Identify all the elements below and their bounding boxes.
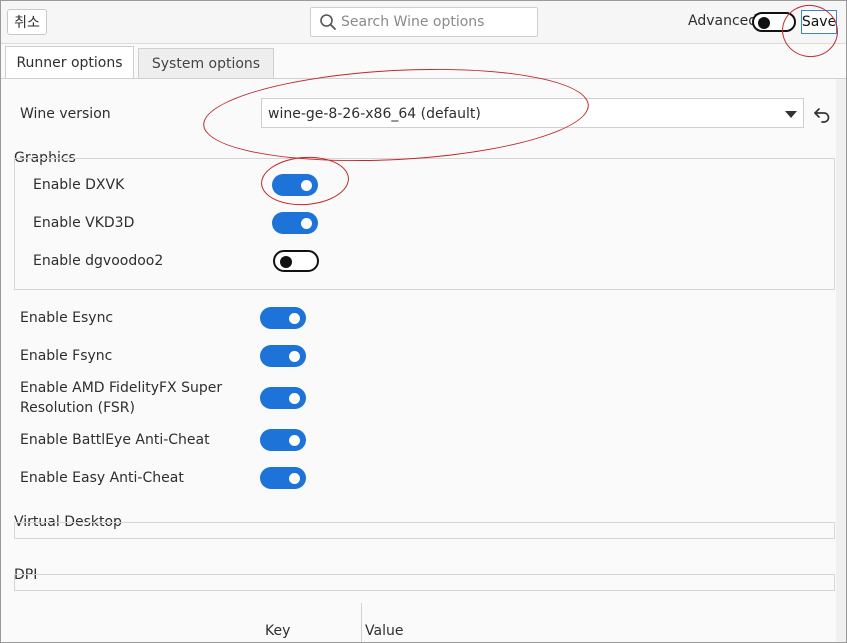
advanced-label: Advanced <box>688 13 758 29</box>
toggle-knob <box>289 473 300 484</box>
toggle-knob <box>289 435 300 446</box>
advanced-toggle[interactable] <box>752 12 796 32</box>
virtual-desktop-group <box>14 522 835 539</box>
chevron-down-icon <box>785 111 797 118</box>
option-label-vkd3d: Enable VKD3D <box>33 215 135 231</box>
option-label-esync: Enable Esync <box>20 310 114 326</box>
tab-runner-options[interactable]: Runner options <box>5 46 134 78</box>
column-divider <box>361 603 362 642</box>
search-input[interactable]: Search Wine options <box>310 7 538 37</box>
option-label-fsr-line2: Resolution (FSR) <box>20 400 135 416</box>
toggle-eac[interactable] <box>260 467 306 489</box>
search-icon <box>320 14 336 30</box>
toggle-esync[interactable] <box>260 307 306 329</box>
option-label-dxvk: Enable DXVK <box>33 177 125 193</box>
options-dialog: 취소 Search Wine options Advanced Save Run… <box>0 0 847 643</box>
option-label-fsr-line1: Enable AMD FidelityFX Super <box>20 380 223 396</box>
toggle-knob <box>280 256 292 268</box>
option-label-fsync: Enable Fsync <box>20 348 113 364</box>
toggle-vkd3d[interactable] <box>272 212 318 234</box>
tab-system-options[interactable]: System options <box>138 48 274 78</box>
toggle-fsync[interactable] <box>260 345 306 367</box>
graphics-group <box>14 158 835 290</box>
toggle-dxvk[interactable] <box>272 174 318 196</box>
search-placeholder: Search Wine options <box>341 14 485 30</box>
toggle-knob <box>301 180 312 191</box>
toggle-knob <box>301 218 312 229</box>
option-label-dgvoodoo2: Enable dgvoodoo2 <box>33 253 164 269</box>
wine-version-select[interactable]: wine-ge-8-26-x86_64 (default) <box>261 98 804 128</box>
wine-version-label: Wine version <box>20 106 111 122</box>
scrollbar[interactable] <box>836 79 846 642</box>
toggle-knob <box>289 351 300 362</box>
toggle-dgvoodoo2[interactable] <box>273 250 319 272</box>
save-button[interactable]: Save <box>801 10 837 34</box>
cancel-button[interactable]: 취소 <box>7 9 47 35</box>
header-bar: 취소 Search Wine options Advanced Save <box>1 1 846 44</box>
toggle-battleye[interactable] <box>260 429 306 451</box>
toggle-fsr[interactable] <box>260 387 306 409</box>
toggle-knob <box>289 393 300 404</box>
wine-version-value: wine-ge-8-26-x86_64 (default) <box>268 106 481 122</box>
option-label-battleye: Enable BattlEye Anti-Cheat <box>20 432 210 448</box>
table-value-header[interactable]: Value <box>365 623 403 639</box>
option-label-eac: Enable Easy Anti-Cheat <box>20 470 184 486</box>
toggle-knob <box>758 17 770 29</box>
reset-icon[interactable] <box>813 105 831 123</box>
dpi-group <box>14 574 835 591</box>
toggle-knob <box>289 313 300 324</box>
table-key-header[interactable]: Key <box>265 623 290 639</box>
